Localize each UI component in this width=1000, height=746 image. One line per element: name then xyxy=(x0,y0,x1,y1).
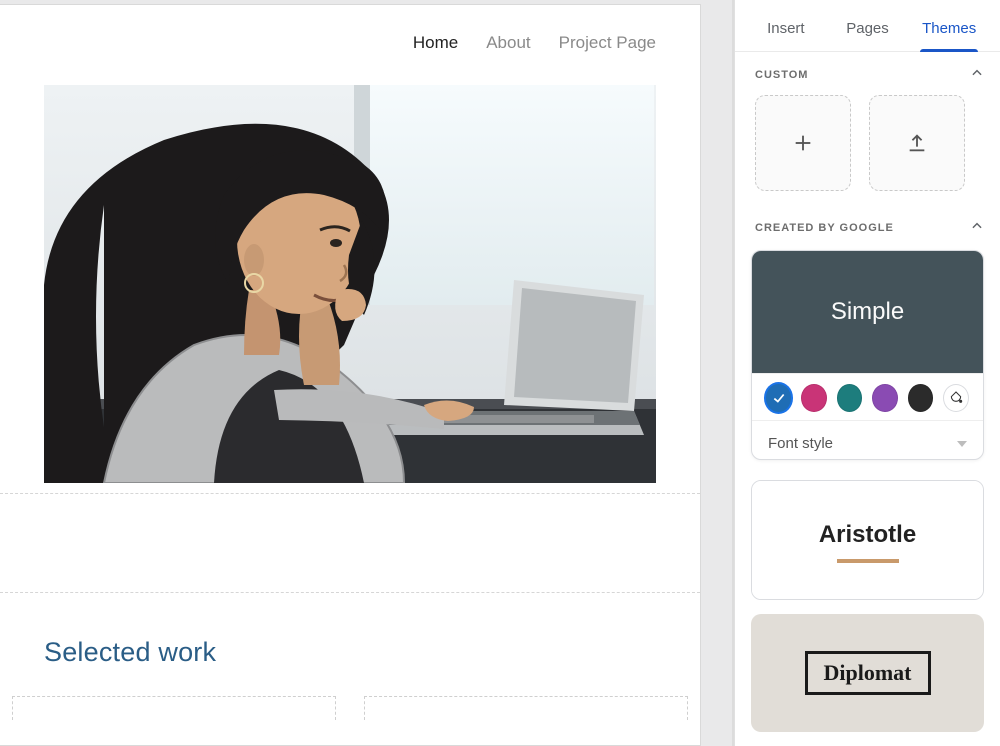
section-label: CUSTOM xyxy=(755,69,808,81)
theme-card-diplomat[interactable]: Diplomat xyxy=(751,614,984,732)
color-swatch[interactable] xyxy=(908,384,933,412)
tab-themes[interactable]: Themes xyxy=(908,20,990,51)
theme-name: Simple xyxy=(831,298,904,326)
nav-link-project[interactable]: Project Page xyxy=(559,33,656,53)
nav-link-about[interactable]: About xyxy=(486,33,530,53)
color-swatch[interactable] xyxy=(872,384,897,412)
chevron-up-icon xyxy=(970,219,984,236)
font-style-dropdown[interactable]: Font style xyxy=(752,420,983,460)
site-top-nav: Home About Project Page xyxy=(0,5,700,61)
placeholder-row[interactable] xyxy=(0,493,700,593)
right-sidebar: Insert Pages Themes CUSTOM CREATED BY GO… xyxy=(734,0,1000,746)
selected-work-section: Selected work xyxy=(0,593,700,696)
upload-icon xyxy=(906,132,928,154)
dropdown-caret-icon xyxy=(957,441,967,447)
theme-name: Aristotle xyxy=(819,521,916,549)
content-placeholders xyxy=(0,696,700,720)
placeholder-box[interactable] xyxy=(364,696,688,720)
theme-preview: Aristotle xyxy=(752,481,983,600)
sidebar-tabs: Insert Pages Themes xyxy=(735,0,1000,52)
selected-work-heading[interactable]: Selected work xyxy=(44,637,656,668)
placeholder-box[interactable] xyxy=(12,696,336,720)
theme-preview: Diplomat xyxy=(805,651,931,695)
plus-icon xyxy=(792,132,814,154)
tab-insert[interactable]: Insert xyxy=(745,20,827,51)
import-theme-button[interactable] xyxy=(869,95,965,191)
tab-pages[interactable]: Pages xyxy=(827,20,909,51)
color-swatch-row xyxy=(752,373,983,420)
custom-theme-row xyxy=(735,91,1000,205)
check-icon xyxy=(772,391,786,405)
chevron-up-icon xyxy=(970,66,984,83)
font-style-label: Font style xyxy=(768,435,833,452)
new-theme-button[interactable] xyxy=(755,95,851,191)
page-frame: Home About Project Page xyxy=(0,5,700,745)
theme-preview: Simple xyxy=(752,251,983,373)
section-label: CREATED BY GOOGLE xyxy=(755,222,894,234)
section-head-google[interactable]: CREATED BY GOOGLE xyxy=(735,205,1000,244)
accent-underline xyxy=(837,559,899,563)
custom-color-button[interactable] xyxy=(943,384,969,412)
theme-card-simple[interactable]: Simple Font style xyxy=(751,250,984,460)
theme-name: Diplomat xyxy=(824,660,912,685)
section-head-custom[interactable]: CUSTOM xyxy=(735,52,1000,91)
nav-link-home[interactable]: Home xyxy=(413,33,458,53)
color-swatch[interactable] xyxy=(766,384,791,412)
color-swatch[interactable] xyxy=(801,384,826,412)
paint-drop-icon xyxy=(948,390,964,406)
color-swatch[interactable] xyxy=(837,384,862,412)
hero-image[interactable] xyxy=(44,85,656,483)
canvas-area: Home About Project Page xyxy=(0,0,732,746)
theme-card-aristotle[interactable]: Aristotle xyxy=(751,480,984,600)
